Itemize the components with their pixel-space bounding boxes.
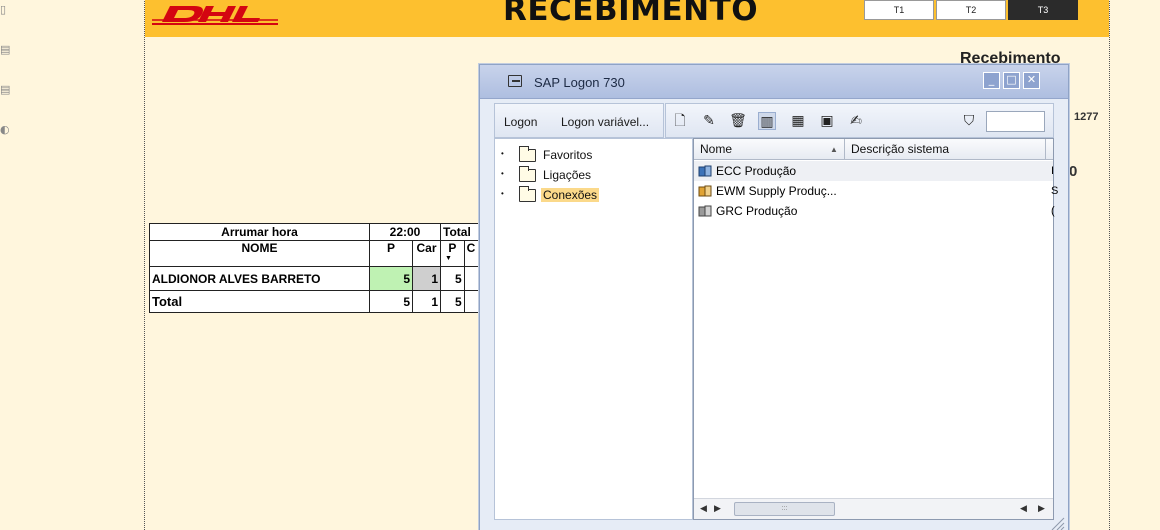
systems-list: Nome ▲ Descrição sistema ECC Produção I … (693, 138, 1058, 520)
system-description: ( (1051, 205, 1055, 217)
sap-logon-icon (508, 75, 522, 87)
row-p: 5 (369, 266, 413, 291)
entries-toolbar: 🗋 ✎ 🗑 ▥ ▦ ▣ ✍ ⛉ (665, 103, 1054, 138)
tree-bullet: • (501, 189, 504, 198)
total-car: 1 (412, 290, 441, 313)
connections-tree: • Favoritos • Ligações • Conexões (494, 138, 693, 520)
system-name: GRC Produção (716, 204, 798, 218)
list-item[interactable]: EWM Supply Produç... S (694, 181, 1058, 201)
tree-item-label: Conexões (541, 188, 600, 202)
column-header-label: Nome (700, 142, 733, 156)
close-icon[interactable]: ✕ (1023, 72, 1040, 89)
sap-system-icon (698, 165, 712, 177)
col-header-total-p[interactable]: P ▼ (440, 240, 465, 267)
list-item[interactable]: GRC Produção ( (694, 201, 1055, 221)
folder-icon (519, 146, 536, 162)
filter-icon[interactable]: ⛉ (960, 112, 978, 130)
scroll-right-end-icon[interactable]: ▶ (1038, 503, 1045, 514)
row-total-p: 5 (440, 266, 465, 291)
gutter-list-icon[interactable]: ▤ (0, 84, 10, 96)
scroll-left-end-icon[interactable]: ◀ (1020, 503, 1027, 514)
logon-toolbar: Logon Logon variável... (494, 103, 664, 138)
horizontal-scrollbar[interactable]: ◀ ▶ ::: ◀ ▶ (694, 498, 1053, 519)
row-car: 1 (412, 266, 441, 291)
sap-system-icon (698, 185, 712, 197)
table-total-row: Total 5 1 5 (149, 290, 492, 313)
left-gutter: ▯ ▤ ▤ ◐ (0, 0, 18, 530)
minimize-icon[interactable]: _ (983, 72, 1000, 89)
column-header-nome[interactable]: Nome ▲ (694, 139, 845, 160)
shift-tab-t2[interactable]: T2 (936, 0, 1006, 20)
col-header-car: Car (412, 240, 441, 267)
shift-tab-t1[interactable]: T1 (864, 0, 934, 20)
sap-logon-window: SAP Logon 730 _ □ ✕ Logon Logon variável… (479, 64, 1069, 530)
col-header-total-p-label: P (448, 241, 457, 255)
col-header-arrumar-hora: Arrumar hora (149, 223, 370, 241)
maximize-icon[interactable]: □ (1003, 72, 1020, 89)
grid-view-icon[interactable]: ▦ (789, 112, 807, 130)
table-row: ALDIONOR ALVES BARRETO 5 1 5 (149, 266, 492, 291)
folder-icon (519, 166, 536, 182)
logon-variable-button[interactable]: Logon variável... (561, 115, 649, 129)
properties-icon[interactable]: ✍ (847, 112, 865, 130)
page-title: RECEBIMENTO (503, 0, 759, 28)
side-value: 1277 (1074, 111, 1099, 123)
list-item[interactable]: ECC Produção I (694, 161, 1055, 181)
resize-grip-icon[interactable] (1046, 512, 1066, 530)
filter-input[interactable] (986, 111, 1045, 132)
row-nome: ALDIONOR ALVES BARRETO (149, 266, 370, 291)
system-description: S (1051, 185, 1059, 197)
gutter-grid-icon[interactable]: ▤ (0, 44, 10, 56)
tree-item-label: Ligações (543, 168, 592, 182)
col-header-hora: 22:00 (369, 223, 441, 241)
sap-system-icon (698, 205, 712, 217)
delete-icon[interactable]: 🗑 (729, 112, 747, 130)
total-label: Total (149, 290, 370, 313)
system-name: ECC Produção (716, 164, 797, 178)
window-title: SAP Logon 730 (534, 75, 625, 90)
col-header-p: P (369, 240, 413, 267)
tree-bullet: • (501, 169, 504, 178)
tree-bullet: • (501, 149, 504, 158)
scrollbar-thumb[interactable]: ::: (734, 502, 835, 516)
system-name: EWM Supply Produç... (716, 184, 837, 198)
tree-view-icon[interactable]: ▣ (818, 112, 836, 130)
scroll-left-icon[interactable]: ◀ (700, 503, 707, 514)
total-p: 5 (369, 290, 413, 313)
tree-item-label: Favoritos (543, 148, 593, 162)
folder-icon (519, 186, 536, 202)
gutter-page-icon[interactable]: ▯ (0, 4, 8, 16)
shift-tab-t3[interactable]: T3 (1008, 0, 1078, 20)
gutter-clip-icon[interactable]: ◐ (0, 124, 10, 136)
logon-button[interactable]: Logon (504, 115, 537, 129)
list-view-icon[interactable]: ▥ (758, 112, 776, 130)
list-header: Nome ▲ Descrição sistema (694, 139, 1053, 160)
side-value-2: 0 (1069, 163, 1078, 180)
dropdown-arrow-icon[interactable]: ▼ (445, 255, 452, 262)
sort-ascending-icon: ▲ (830, 145, 838, 154)
system-description: I (1051, 165, 1055, 177)
total-total-p: 5 (440, 290, 465, 313)
edit-icon[interactable]: ✎ (700, 112, 718, 130)
report-table: Arrumar hora 22:00 Total NOME P Car P ▼ C… (149, 223, 492, 313)
column-header-descricao[interactable]: Descrição sistema (845, 139, 1046, 160)
new-entry-icon[interactable]: 🗋 (671, 112, 689, 130)
dhl-logo (152, 6, 278, 25)
window-titlebar[interactable]: SAP Logon 730 _ □ ✕ (480, 65, 1068, 99)
scroll-right-icon[interactable]: ▶ (714, 503, 721, 514)
col-header-nome: NOME (149, 240, 370, 267)
